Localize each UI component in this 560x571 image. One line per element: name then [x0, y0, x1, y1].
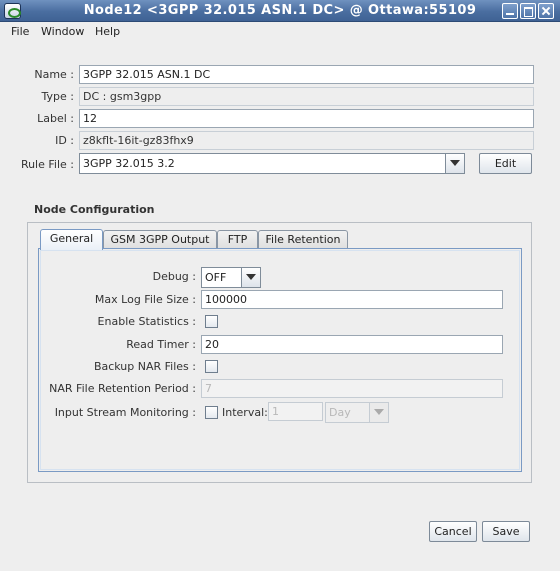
- rule-file-dropdown[interactable]: 3GPP 32.015 3.2: [79, 153, 465, 174]
- maximize-icon[interactable]: [520, 3, 536, 19]
- interval-label: Interval:: [222, 406, 268, 419]
- debug-value: OFF: [205, 271, 227, 284]
- interval-unit-value: Day: [329, 406, 351, 419]
- title-bar[interactable]: Node12 <3GPP 32.015 ASN.1 DC> @ Ottawa:5…: [0, 0, 560, 22]
- menu-bar: File Window Help: [0, 22, 560, 42]
- window-title: Node12 <3GPP 32.015 ASN.1 DC> @ Ottawa:5…: [83, 3, 477, 18]
- tab-file-retention[interactable]: File Retention: [258, 230, 348, 249]
- name-label: Name :: [34, 68, 74, 81]
- rule-file-label: Rule File :: [20, 158, 74, 171]
- cancel-button[interactable]: Cancel: [429, 521, 477, 542]
- interval-unit-dropdown: Day: [325, 402, 389, 423]
- input-stream-monitoring-checkbox[interactable]: [205, 406, 218, 419]
- tab-general[interactable]: General: [40, 229, 103, 250]
- id-label: ID :: [55, 134, 74, 147]
- name-field[interactable]: 3GPP 32.015 ASN.1 DC: [79, 65, 534, 84]
- enable-statistics-checkbox[interactable]: [205, 315, 218, 328]
- backup-nar-files-label: Backup NAR Files :: [93, 360, 196, 373]
- tab-gsm-3gpp-output[interactable]: GSM 3GPP Output: [103, 230, 217, 249]
- close-icon[interactable]: [538, 3, 554, 19]
- max-log-file-size-field[interactable]: 100000: [201, 290, 503, 309]
- menu-help[interactable]: Help: [95, 25, 120, 38]
- backup-nar-files-checkbox[interactable]: [205, 360, 218, 373]
- type-label: Type :: [41, 90, 74, 103]
- label-label: Label :: [37, 112, 74, 125]
- read-timer-label: Read Timer :: [126, 338, 196, 351]
- menu-file[interactable]: File: [11, 25, 29, 38]
- id-value: z8kflt-16it-gz83fhx9: [79, 131, 534, 150]
- minimize-icon[interactable]: [502, 3, 518, 19]
- edit-button[interactable]: Edit: [479, 153, 532, 174]
- type-value: DC : gsm3gpp: [79, 87, 534, 106]
- rule-file-value: 3GPP 32.015 3.2: [83, 157, 175, 170]
- menu-window[interactable]: Window: [41, 25, 84, 38]
- chevron-down-icon[interactable]: [445, 154, 464, 173]
- save-button[interactable]: Save: [482, 521, 530, 542]
- debug-label: Debug :: [152, 270, 196, 283]
- input-stream-monitoring-label: Input Stream Monitoring :: [54, 406, 196, 419]
- tab-ftp[interactable]: FTP: [217, 230, 258, 249]
- nar-file-retention-period-field: 7: [201, 379, 503, 398]
- debug-dropdown[interactable]: OFF: [201, 267, 261, 288]
- chevron-down-icon[interactable]: [241, 268, 260, 287]
- interval-field: 1: [268, 402, 323, 421]
- chevron-down-icon: [369, 403, 388, 422]
- max-log-file-size-label: Max Log File Size :: [94, 293, 196, 306]
- enable-statistics-label: Enable Statistics :: [97, 315, 196, 328]
- label-field[interactable]: 12: [79, 109, 534, 128]
- read-timer-field[interactable]: 20: [201, 335, 503, 354]
- node-configuration-title: Node Configuration: [34, 203, 155, 216]
- nar-file-retention-period-label: NAR File Retention Period :: [49, 382, 196, 395]
